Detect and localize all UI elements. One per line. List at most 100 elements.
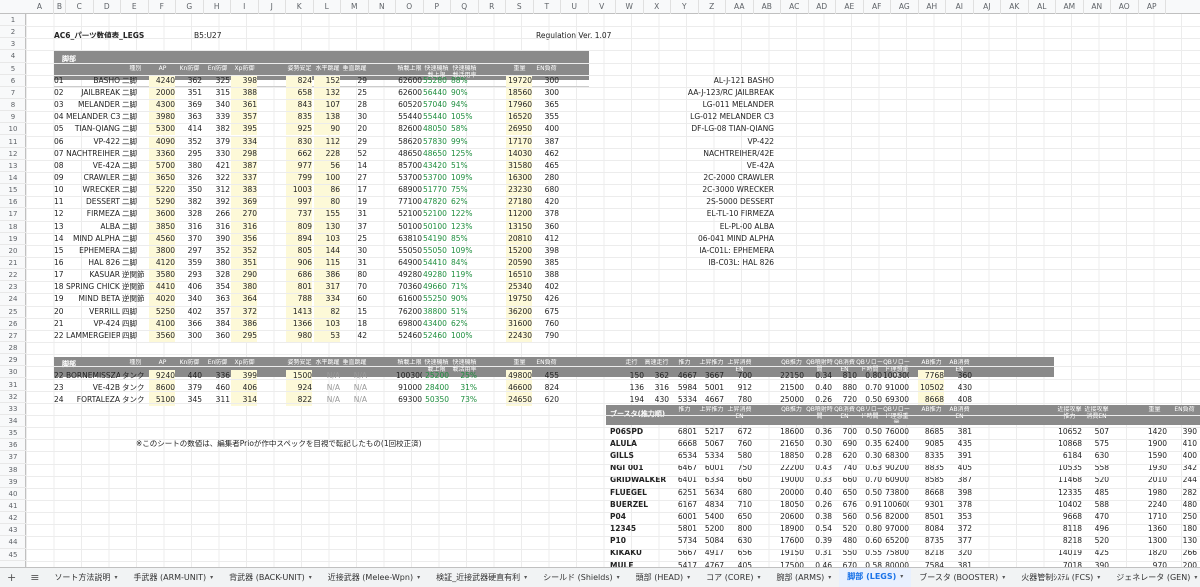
tank-qb-en[interactable]: 880 (831, 382, 857, 394)
column-header-h[interactable]: H (204, 0, 231, 14)
leg-type[interactable]: 二脚 (122, 123, 148, 135)
leg-stability[interactable]: 894 (286, 232, 312, 245)
leg-quick-load-rate[interactable]: 88% (451, 75, 477, 87)
leg-full-name[interactable]: NACHTREIHER/42E (626, 148, 774, 160)
leg-full-name[interactable]: AL-J-121 BASHO (626, 75, 774, 87)
column-header-w[interactable]: W (616, 0, 644, 14)
leg-name[interactable]: VERRILL (66, 306, 120, 318)
row-header-28[interactable]: 28 (0, 342, 26, 355)
leg-type[interactable]: 二脚 (122, 221, 148, 233)
leg-en-load[interactable]: 675 (533, 306, 559, 318)
leg-weight[interactable]: 16510 (506, 269, 532, 282)
leg-quick-load-rate[interactable]: 109% (451, 245, 477, 257)
tank-ap[interactable]: 8600 (149, 382, 175, 395)
leg-en-load[interactable]: 426 (533, 293, 559, 305)
leg-weight[interactable]: 19750 (506, 293, 532, 306)
leg-quick-load-limit[interactable]: 55280 (423, 75, 449, 87)
leg-en-load[interactable]: 385 (533, 257, 559, 269)
row-header-24[interactable]: 24 (0, 293, 26, 306)
leg-xp-def[interactable]: 383 (231, 184, 257, 197)
leg-en-load[interactable]: 400 (533, 123, 559, 135)
leg-kn-def[interactable]: 380 (176, 160, 202, 172)
column-header-u[interactable]: U (561, 0, 589, 14)
leg-vert-jump[interactable]: 27 (341, 172, 367, 184)
leg-kn-def[interactable]: 369 (176, 99, 202, 111)
leg-load-limit[interactable]: 48650 (396, 148, 422, 160)
row-header-10[interactable]: 10 (0, 123, 26, 136)
leg-name[interactable]: EPHEMERA (66, 245, 120, 257)
leg-xp-def[interactable]: 295 (231, 329, 257, 343)
tank-quick-load-limit[interactable]: 28400 (423, 382, 449, 394)
row-header-9[interactable]: 9 (0, 111, 26, 124)
row-header-11[interactable]: 11 (0, 136, 26, 148)
leg-vert-jump[interactable]: 30 (341, 111, 367, 123)
tank-type[interactable]: タンク (122, 394, 148, 406)
leg-name[interactable]: DESSERT (66, 196, 120, 208)
leg-horiz-jump[interactable]: 317 (314, 281, 340, 294)
leg-en-def[interactable]: 380 (204, 257, 230, 269)
leg-weight[interactable]: 20810 (506, 232, 532, 245)
row-header-4[interactable]: 4 (0, 50, 26, 63)
leg-kn-def[interactable]: 370 (176, 233, 202, 245)
leg-quick-load-rate[interactable]: 85% (451, 233, 477, 245)
leg-vert-jump[interactable]: 19 (341, 196, 367, 208)
leg-quick-load-rate[interactable]: 122% (451, 208, 477, 220)
column-header-j[interactable]: J (259, 0, 286, 14)
sheet-tab[interactable]: 検証_近接武器硬直有利 ▾ (428, 568, 535, 587)
sheet-tab[interactable]: ソート方法説明 ▾ (46, 568, 125, 587)
leg-xp-def[interactable]: 298 (231, 147, 257, 160)
tank-weight[interactable]: 24650 (506, 394, 532, 407)
tab-menu-chevron-icon[interactable]: ▾ (900, 568, 903, 587)
leg-quick-load-rate[interactable]: 51% (451, 306, 477, 318)
leg-en-def[interactable]: 379 (204, 136, 230, 148)
column-header-p[interactable]: P (424, 0, 451, 14)
sheet-tab[interactable]: 脚部 (LEGS) ▾ (839, 568, 912, 587)
leg-quick-load-rate[interactable]: 71% (451, 281, 477, 293)
leg-kn-def[interactable]: 295 (176, 148, 202, 160)
leg-en-load[interactable]: 680 (533, 184, 559, 196)
leg-stability[interactable]: 1366 (286, 317, 312, 330)
leg-quick-load-limit[interactable]: 43420 (423, 160, 449, 172)
leg-ap[interactable]: 4020 (149, 293, 175, 306)
leg-vert-jump[interactable]: 31 (341, 257, 367, 269)
row-header-34[interactable]: 34 (0, 415, 26, 428)
leg-ap[interactable]: 5220 (149, 184, 175, 197)
row-header-13[interactable]: 13 (0, 160, 26, 172)
leg-horiz-jump[interactable]: 228 (314, 147, 340, 160)
leg-weight[interactable]: 20590 (506, 257, 532, 270)
leg-load-limit[interactable]: 61600 (396, 293, 422, 305)
leg-weight[interactable]: 36200 (506, 305, 532, 318)
leg-type[interactable]: 逆関節 (122, 293, 148, 305)
leg-en-load[interactable]: 378 (533, 208, 559, 220)
leg-quick-load-limit[interactable]: 51770 (423, 184, 449, 196)
row-header-43[interactable]: 43 (0, 524, 26, 537)
leg-stability[interactable]: 809 (286, 220, 312, 233)
leg-type[interactable]: 二脚 (122, 233, 148, 245)
tank-thrust[interactable]: 5984 (671, 382, 697, 394)
row-header-19[interactable]: 19 (0, 233, 26, 245)
leg-stability[interactable]: 686 (286, 269, 312, 282)
leg-full-name[interactable]: AA-J-123/RC JAILBREAK (626, 87, 774, 99)
column-header-ak[interactable]: AK (1001, 0, 1029, 14)
leg-stability[interactable]: 1413 (286, 305, 312, 318)
leg-quick-load-rate[interactable]: 123% (451, 221, 477, 233)
tab-menu-chevron-icon[interactable]: ▾ (757, 568, 760, 587)
tank-kn-def[interactable]: 440 (176, 370, 202, 382)
leg-en-def[interactable]: 328 (204, 269, 230, 281)
leg-xp-def[interactable]: 352 (231, 244, 257, 257)
leg-en-load[interactable]: 388 (533, 269, 559, 281)
leg-ap[interactable]: 3600 (149, 208, 175, 221)
leg-quick-load-limit[interactable]: 55050 (423, 245, 449, 257)
leg-vert-jump[interactable]: 80 (341, 269, 367, 281)
leg-vert-jump[interactable]: 15 (341, 306, 367, 318)
sheet-title[interactable]: AC6_パーツ数値表_LEGS (54, 30, 144, 41)
row-header-35[interactable]: 35 (0, 427, 26, 440)
leg-full-name[interactable]: LG-011 MELANDER (626, 99, 774, 111)
sheet-tab[interactable]: 背武器 (BACK-UNIT) ▾ (221, 568, 320, 587)
row-header-21[interactable]: 21 (0, 257, 26, 270)
leg-full-name[interactable]: VE-42A (626, 160, 774, 172)
row-header-18[interactable]: 18 (0, 221, 26, 233)
leg-xp-def[interactable]: 361 (231, 99, 257, 112)
sheet-tab[interactable]: ブースタ (BOOSTER) ▾ (911, 568, 1013, 587)
leg-load-limit[interactable]: 63810 (396, 233, 422, 245)
